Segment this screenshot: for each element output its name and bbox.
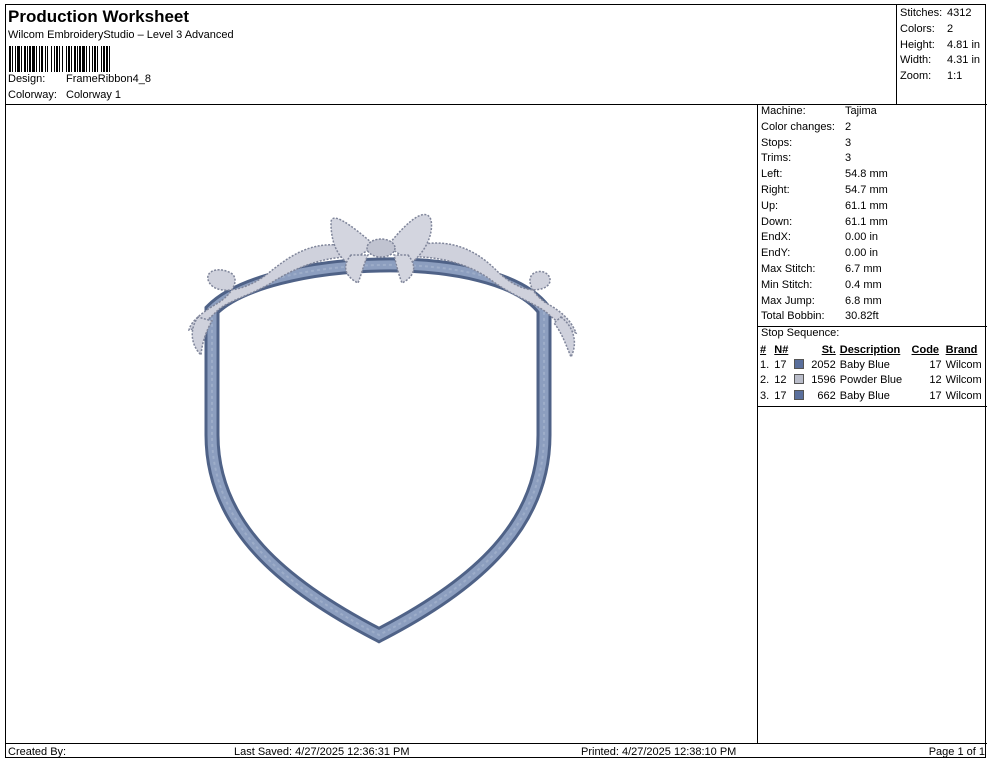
up-value: 61.1 mm (845, 199, 888, 212)
row-n: 17 (774, 358, 787, 371)
color-swatch (793, 374, 804, 385)
row-num: 3. (760, 389, 770, 402)
page-title: Production Worksheet (8, 7, 190, 26)
endy-label: EndY: (761, 247, 791, 260)
last-saved: Last Saved: 4/27/2025 12:36:31 PM (234, 746, 410, 758)
worksheet-footer: Created By: Last Saved: 4/27/2025 12:36:… (6, 743, 987, 759)
right-value: 54.7 mm (845, 183, 888, 196)
col-swatch (792, 342, 807, 357)
row-code: 17 (929, 389, 942, 402)
right-label: Right: (761, 183, 790, 196)
worksheet: Production Worksheet Wilcom EmbroiderySt… (5, 4, 987, 759)
down-value: 61.1 mm (845, 215, 888, 228)
min-stitch-label: Min Stitch: (761, 278, 813, 291)
row-code: 12 (929, 374, 942, 387)
row-st: 2052 (811, 358, 836, 371)
col-n: N# (774, 343, 789, 356)
stitches-value: 4312 (947, 7, 972, 19)
barcode (9, 46, 213, 72)
trims-value: 3 (845, 152, 852, 165)
left-label: Left: (761, 168, 783, 181)
row-num: 2. (760, 374, 770, 387)
row-n: 17 (774, 389, 787, 402)
endy-value: 0.00 in (845, 247, 879, 260)
total-bobbin-value: 30.82ft (845, 310, 879, 323)
row-num: 1. (760, 358, 770, 371)
table-row: 2. 12 1596 Powder Blue 12 Wilcom (758, 373, 987, 389)
colors-value: 2 (947, 22, 954, 35)
endx-value: 0.00 in (845, 231, 879, 244)
shield-frame-outline (204, 257, 552, 644)
row-brand: Wilcom (945, 358, 982, 371)
design-label: Design: (8, 73, 46, 85)
stop-sequence-title: Stop Sequence: (758, 326, 987, 342)
table-row: 1. 17 2052 Baby Blue 17 Wilcom (758, 357, 987, 373)
down-label: Down: (761, 215, 793, 228)
col-brand: Brand (945, 343, 978, 356)
page-number: Page 1 of 1 (928, 746, 985, 758)
min-stitch-value: 0.4 mm (845, 278, 882, 291)
embroidery-design-image (188, 213, 578, 644)
col-num: # (760, 343, 767, 356)
row-brand: Wilcom (945, 374, 982, 387)
design-preview (6, 105, 758, 743)
worksheet-header: Production Worksheet Wilcom EmbroiderySt… (6, 5, 896, 105)
trims-label: Trims: (761, 152, 792, 165)
max-stitch-value: 6.7 mm (845, 262, 882, 275)
zoom-value: 1:1 (947, 70, 963, 83)
row-st: 1596 (811, 374, 836, 387)
colorway-row: Colorway: Colorway 1 (8, 89, 121, 101)
machine-value: Tajima (845, 105, 877, 117)
col-code: Code (911, 343, 940, 356)
created-by: Created By: (8, 746, 67, 758)
color-changes-value: 2 (845, 120, 852, 133)
software-name: Wilcom EmbroideryStudio – Level 3 Advanc… (8, 29, 234, 41)
col-st: St. (821, 343, 836, 356)
width-value: 4.31 in (947, 54, 981, 67)
row-description: Baby Blue (839, 358, 890, 371)
up-label: Up: (761, 199, 779, 212)
width-label: Width: (900, 54, 932, 67)
stops-label: Stops: (761, 136, 793, 149)
stops-value: 3 (845, 136, 852, 149)
design-summary: Stitches: 4312 Colors: 2 Height: 4.81 in Wi… (896, 5, 987, 105)
color-swatch (793, 358, 804, 369)
max-jump-label: Max Jump: (761, 294, 815, 307)
endx-label: EndX: (761, 231, 791, 244)
zoom-label: Zoom: (900, 70, 932, 83)
machine-label: Machine: (761, 105, 806, 117)
stop-sequence-table-wrap: # N# St. Description Code Brand 1. 17 20… (758, 342, 987, 407)
colorway-value: Colorway 1 (66, 89, 122, 101)
col-description: Description (839, 343, 901, 356)
machine-details: Machine: Tajima Color changes: 2 Stops: 3 T… (758, 105, 987, 407)
stop-sequence-table: # N# St. Description Code Brand 1. 17 20… (758, 342, 987, 404)
colors-label: Colors: (900, 22, 935, 35)
row-code: 17 (929, 358, 942, 371)
stitches-label: Stitches: (900, 7, 943, 19)
row-st: 662 (817, 389, 836, 402)
printed-date: Printed: 4/27/2025 12:38:10 PM (581, 746, 737, 758)
row-brand: Wilcom (945, 389, 982, 402)
design-row: Design: FrameRibbon4_8 (8, 73, 151, 85)
color-swatch (793, 389, 804, 400)
table-header-row: # N# St. Description Code Brand (758, 342, 987, 357)
max-jump-value: 6.8 mm (845, 294, 882, 307)
design-value: FrameRibbon4_8 (66, 73, 151, 85)
row-description: Powder Blue (839, 374, 903, 387)
color-changes-label: Color changes: (761, 120, 835, 133)
table-row: 3. 17 662 Baby Blue 17 Wilcom (758, 388, 987, 404)
shield-frame (207, 260, 549, 641)
total-bobbin-label: Total Bobbin: (761, 310, 825, 323)
height-label: Height: (900, 38, 935, 51)
max-stitch-label: Max Stitch: (761, 262, 816, 275)
row-description: Baby Blue (839, 389, 890, 402)
left-value: 54.8 mm (845, 168, 888, 181)
colorway-label: Colorway: (8, 89, 57, 101)
barcode-bar (110, 46, 112, 72)
row-n: 12 (774, 374, 787, 387)
height-value: 4.81 in (947, 38, 981, 51)
